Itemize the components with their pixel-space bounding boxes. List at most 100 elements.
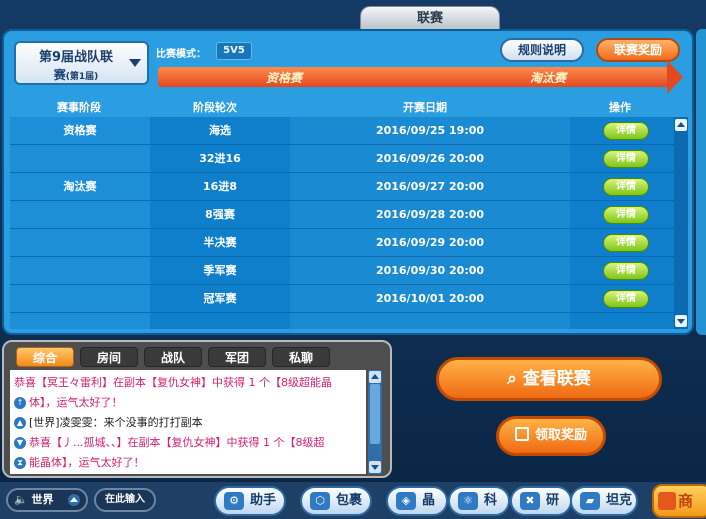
- chat-message: ↑ 体】，运气太好了！: [14, 394, 123, 410]
- schedule-table: 资格赛 海选 2016/09/25 19:00 详情 32进16 2016/09…: [10, 117, 674, 329]
- chat-channel-selector[interactable]: 🔈 世界: [6, 488, 88, 512]
- table-row: 淘汰赛 16进8 2016/09/27 20:00 详情: [10, 173, 674, 201]
- scroll-thumb[interactable]: [370, 384, 380, 444]
- view-league-label: 查看联赛: [522, 369, 591, 389]
- nav-label: 助手: [250, 493, 277, 508]
- chat-message-text: 恭喜【丿...孤城、、】在副本【复仇女神】中获得 1 个【8级超: [29, 436, 325, 449]
- scroll-up-icon[interactable]: [369, 371, 381, 383]
- chat-message-text: [世界]凌雯雯：来个没事的打打副本: [29, 416, 203, 429]
- table-row: 8强赛 2016/09/28 20:00 详情: [10, 201, 674, 229]
- cell-date: 2016/09/25 19:00: [375, 124, 485, 137]
- chat-message-text: 能晶体】，运气太好了！: [29, 456, 145, 469]
- header-action: 操作: [609, 101, 631, 114]
- table-row: 32进16 2016/09/26 20:00 详情: [10, 145, 674, 173]
- cell-date: 2016/09/29 20:00: [375, 236, 485, 249]
- league-panel: 第9届战队联 赛(第1届) 比赛模式： 5V5 规则说明 联赛奖励 资格赛 淘汰…: [2, 29, 694, 335]
- season-selector[interactable]: 第9届战队联 赛(第1届): [14, 41, 149, 85]
- cell-round: 8强赛: [205, 208, 235, 221]
- claim-reward-label: 领取奖励: [534, 428, 587, 443]
- season-title-line2: 赛(第1届): [16, 66, 136, 83]
- stage-label-knockout: 淘汰赛: [530, 71, 567, 85]
- detail-button[interactable]: 详情: [603, 122, 649, 140]
- detail-button[interactable]: 详情: [603, 290, 649, 308]
- search-icon: ⌕: [507, 369, 523, 389]
- league-rewards-button[interactable]: 联赛奖励: [596, 38, 680, 62]
- nav-package-button[interactable]: ⬡ 包裹: [300, 486, 372, 516]
- chat-panel: 综合 房间 战队 军团 私聊 恭喜【冥王々雷利】在副本【复仇女神】中获得 1 个…: [2, 340, 392, 478]
- tank-icon: ▰: [580, 492, 600, 510]
- nav-tank-button[interactable]: ▰ 坦克: [570, 486, 638, 516]
- chat-tab-room[interactable]: 房间: [80, 347, 138, 367]
- chat-messages: 恭喜【冥王々雷利】在副本【复仇女神】中获得 1 个【8级超能晶 ↑ 体】，运气太好…: [10, 370, 366, 474]
- cell-stage: [10, 257, 150, 285]
- nav-label: 科技: [484, 493, 498, 508]
- chevron-up-icon[interactable]: [68, 494, 80, 506]
- chat-message: ▲ [世界]凌雯雯：来个没事的打打副本: [14, 414, 203, 430]
- chat-message-text: 恭喜【冥王々雷利】在副本【复仇女神】中获得 1 个【8级超能晶: [14, 376, 332, 389]
- table-scrollbar[interactable]: [674, 117, 688, 329]
- nav-assistant-button[interactable]: ⚙ 助手: [214, 486, 286, 516]
- shop-button[interactable]: 商: [652, 484, 706, 518]
- package-icon: ⬡: [310, 492, 330, 510]
- cell-stage: 淘汰赛: [63, 180, 97, 193]
- rules-button[interactable]: 规则说明: [500, 38, 584, 62]
- nav-chip-button[interactable]: ◈ 晶片: [386, 486, 448, 516]
- up-icon[interactable]: ↑: [14, 397, 26, 409]
- chat-scrollbar[interactable]: [368, 370, 382, 474]
- nav-label: 坦克: [606, 493, 633, 508]
- cell-date: 2016/09/26 20:00: [375, 152, 485, 165]
- table-row: 半决赛 2016/09/29 20:00 详情: [10, 229, 674, 257]
- cell-date: 2016/09/30 20:00: [375, 264, 485, 277]
- scroll-down-icon[interactable]: [369, 461, 381, 473]
- detail-button[interactable]: 详情: [603, 262, 649, 280]
- scroll-up-icon[interactable]: [675, 119, 687, 131]
- cell-round: 冠军赛: [203, 292, 237, 305]
- cell-stage: [10, 201, 150, 229]
- league-window: 联赛 第9届战队联 赛(第1届) 比赛模式： 5V5 规则说明 联赛奖励 资格赛…: [0, 0, 706, 519]
- stage-arrow-head: [667, 60, 683, 94]
- chevron-down-icon[interactable]: [129, 59, 141, 67]
- cell-round: 海选: [209, 124, 231, 137]
- nav-tech-button[interactable]: ⚛ 科技: [448, 486, 510, 516]
- cell-round: 32进16: [199, 152, 241, 165]
- scroll-down-icon[interactable]: [675, 315, 687, 327]
- chat-message: ▼ 恭喜【丿...孤城、、】在副本【复仇女神】中获得 1 个【8级超: [14, 434, 324, 450]
- cell-date: 2016/10/01 20:00: [375, 292, 485, 305]
- chat-input[interactable]: 在此输入: [94, 488, 156, 512]
- scroll-bottom-icon[interactable]: ▼: [14, 437, 26, 449]
- view-league-button[interactable]: ⌕ 查看联赛: [436, 357, 662, 401]
- claim-reward-button[interactable]: 领取奖励: [496, 416, 606, 456]
- season-title-line1: 第9届战队联: [38, 50, 114, 65]
- cell-stage: [10, 145, 150, 173]
- nav-label: 研发: [546, 493, 560, 508]
- window-title-tab: 联赛: [360, 6, 500, 30]
- gift-icon: [514, 426, 529, 441]
- nav-label: 包裹: [336, 493, 363, 508]
- detail-button[interactable]: 详情: [603, 206, 649, 224]
- season-title-line2-text: 赛: [53, 68, 66, 82]
- scroll-top-icon[interactable]: ▲: [14, 417, 26, 429]
- header-stage: 赛事阶段: [57, 101, 101, 114]
- hourglass-icon[interactable]: ⧗: [14, 457, 26, 469]
- cell-stage: 资格赛: [63, 124, 97, 137]
- detail-button[interactable]: 详情: [603, 150, 649, 168]
- detail-button[interactable]: 详情: [603, 178, 649, 196]
- nav-research-button[interactable]: ✖ 研发: [510, 486, 572, 516]
- speaker-icon: 🔈: [14, 493, 32, 506]
- table-row: 季军赛 2016/09/30 20:00 详情: [10, 257, 674, 285]
- research-icon: ✖: [520, 492, 540, 510]
- header-round: 阶段轮次: [193, 101, 237, 114]
- detail-button[interactable]: 详情: [603, 234, 649, 252]
- chat-tab-private[interactable]: 私聊: [272, 347, 330, 367]
- chat-tab-team[interactable]: 战队: [144, 347, 202, 367]
- chip-icon: ◈: [396, 492, 416, 510]
- season-sub-label: (第1届): [65, 72, 99, 82]
- match-mode-value: 5V5: [216, 42, 252, 60]
- chat-tab-corps[interactable]: 军团: [208, 347, 266, 367]
- tech-icon: ⚛: [458, 492, 478, 510]
- chat-message: 恭喜【冥王々雷利】在副本【复仇女神】中获得 1 个【8级超能晶: [14, 374, 332, 390]
- header-date: 开赛日期: [403, 101, 447, 114]
- channel-label: 世界: [31, 493, 54, 506]
- chat-tab-general[interactable]: 综合: [16, 347, 74, 367]
- cell-date: 2016/09/27 20:00: [375, 180, 485, 193]
